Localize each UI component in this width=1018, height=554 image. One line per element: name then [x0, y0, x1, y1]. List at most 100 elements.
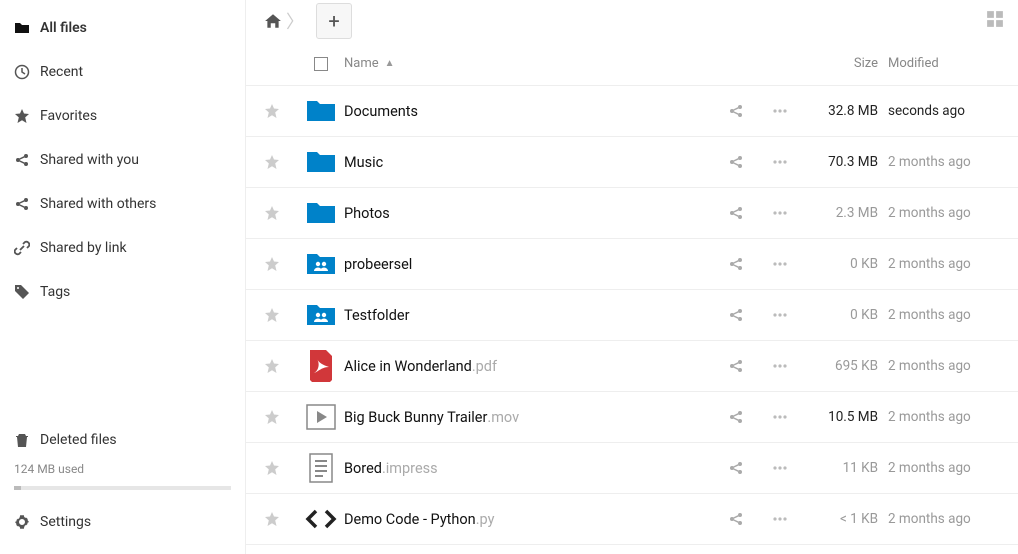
file-type-icon: [298, 507, 344, 531]
file-list: Documents32.8 MBseconds agoMusic70.3 MB2…: [246, 86, 1018, 545]
link-icon: [14, 240, 40, 256]
sidebar-item-shared-by-link[interactable]: Shared by link: [0, 226, 245, 270]
header-name[interactable]: Name ▲: [344, 56, 714, 71]
file-type-icon: [298, 199, 344, 227]
file-modified: 2 months ago: [888, 205, 1018, 221]
share-icon[interactable]: [714, 154, 758, 170]
star-icon: [14, 108, 40, 124]
share-icon[interactable]: [714, 307, 758, 323]
more-actions-icon[interactable]: [758, 307, 802, 323]
quota-text: 124 MB used: [0, 462, 245, 482]
more-actions-icon[interactable]: [758, 103, 802, 119]
sidebar-item-recent[interactable]: Recent: [0, 50, 245, 94]
sidebar-item-shared-with-you[interactable]: Shared with you: [0, 138, 245, 182]
more-actions-icon[interactable]: [758, 358, 802, 374]
sidebar-item-label: Shared with others: [40, 196, 156, 212]
share-icon: [14, 152, 40, 168]
more-actions-icon[interactable]: [758, 511, 802, 527]
favorite-star-icon[interactable]: [264, 307, 280, 323]
file-size: 695 KB: [802, 358, 888, 374]
file-name[interactable]: probeersel: [344, 256, 714, 273]
quota-bar-fill: [14, 486, 21, 490]
file-extension: .mov: [487, 409, 519, 426]
file-size: 70.3 MB: [802, 154, 888, 170]
table-row: Demo Code - Python.py< 1 KB2 months ago: [246, 494, 1018, 545]
file-name[interactable]: Photos: [344, 205, 714, 222]
sidebar-item-shared-with-others[interactable]: Shared with others: [0, 182, 245, 226]
sidebar-item-label: All files: [40, 20, 87, 36]
header-modified[interactable]: Modified: [888, 56, 1018, 71]
share-icon[interactable]: [714, 205, 758, 221]
favorite-star-icon[interactable]: [264, 511, 280, 527]
sidebar: All files Recent Favorites Shared with you S…: [0, 0, 246, 554]
file-size: 2.3 MB: [802, 205, 888, 221]
select-all-checkbox[interactable]: [298, 57, 344, 71]
sidebar-item-label: Tags: [40, 284, 70, 300]
sidebar-item-tags[interactable]: Tags: [0, 270, 245, 314]
file-type-icon: [298, 453, 344, 483]
file-extension: .impress: [382, 460, 438, 477]
table-row: Big Buck Bunny Trailer.mov10.5 MB2 month…: [246, 392, 1018, 443]
home-icon[interactable]: [264, 12, 282, 30]
sidebar-item-label: Deleted files: [40, 432, 117, 448]
share-icon[interactable]: [714, 358, 758, 374]
favorite-star-icon[interactable]: [264, 256, 280, 272]
more-actions-icon[interactable]: [758, 256, 802, 272]
sidebar-item-label: Shared with you: [40, 152, 139, 168]
more-actions-icon[interactable]: [758, 460, 802, 476]
file-size: 11 KB: [802, 460, 888, 476]
file-name[interactable]: Documents: [344, 103, 714, 120]
plus-icon: +: [328, 9, 339, 33]
sidebar-item-label: Favorites: [40, 108, 97, 124]
favorite-star-icon[interactable]: [264, 358, 280, 374]
view-toggle-icon[interactable]: [986, 10, 1004, 28]
file-size: 32.8 MB: [802, 103, 888, 119]
sidebar-item-settings[interactable]: Settings: [0, 500, 245, 544]
file-size: 0 KB: [802, 256, 888, 272]
share-icon[interactable]: [714, 409, 758, 425]
file-name[interactable]: Testfolder: [344, 307, 714, 324]
file-name[interactable]: Music: [344, 154, 714, 171]
more-actions-icon[interactable]: [758, 154, 802, 170]
sidebar-item-all-files[interactable]: All files: [0, 6, 245, 50]
toolbar: 〉 +: [246, 0, 1018, 42]
sidebar-item-deleted[interactable]: Deleted files: [0, 418, 245, 462]
favorite-star-icon[interactable]: [264, 154, 280, 170]
file-modified: 2 months ago: [888, 307, 1018, 323]
file-modified: 2 months ago: [888, 409, 1018, 425]
file-size: < 1 KB: [802, 511, 888, 527]
file-name[interactable]: Bored.impress: [344, 460, 714, 477]
favorite-star-icon[interactable]: [264, 205, 280, 221]
share-icon[interactable]: [714, 103, 758, 119]
file-type-icon: [298, 97, 344, 125]
more-actions-icon[interactable]: [758, 205, 802, 221]
header-size[interactable]: Size: [802, 56, 888, 71]
file-modified: 2 months ago: [888, 256, 1018, 272]
table-row: Documents32.8 MBseconds ago: [246, 86, 1018, 137]
table-row: Music 70.3 MB2 months ago: [246, 137, 1018, 188]
file-name[interactable]: Demo Code - Python.py: [344, 511, 714, 528]
main: 〉 + Name ▲ Size Modified Documents 32.8 M…: [246, 0, 1018, 554]
tag-icon: [14, 284, 40, 300]
file-type-icon: [298, 148, 344, 176]
breadcrumb-separator-icon: 〉: [286, 8, 304, 34]
favorite-star-icon[interactable]: [264, 103, 280, 119]
file-extension: .py: [476, 511, 495, 528]
file-name[interactable]: Alice in Wonderland.pdf: [344, 358, 714, 375]
table-row: Photos 2.3 MB2 months ago: [246, 188, 1018, 239]
favorite-star-icon[interactable]: [264, 460, 280, 476]
file-modified: 2 months ago: [888, 460, 1018, 476]
table-row: probeersel 0 KB2 months ago: [246, 239, 1018, 290]
sidebar-item-favorites[interactable]: Favorites: [0, 94, 245, 138]
more-actions-icon[interactable]: [758, 409, 802, 425]
add-button[interactable]: +: [316, 3, 352, 39]
file-type-icon: [298, 250, 344, 278]
share-icon[interactable]: [714, 511, 758, 527]
file-name[interactable]: Big Buck Bunny Trailer.mov: [344, 409, 714, 426]
share-icon[interactable]: [714, 460, 758, 476]
gear-icon: [14, 514, 40, 530]
favorite-star-icon[interactable]: [264, 409, 280, 425]
file-type-icon: [298, 350, 344, 382]
share-icon[interactable]: [714, 256, 758, 272]
file-modified: 2 months ago: [888, 154, 1018, 170]
